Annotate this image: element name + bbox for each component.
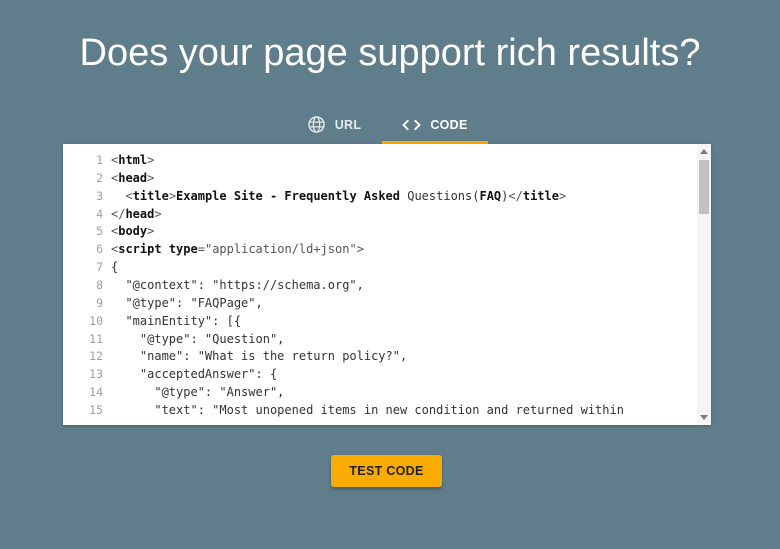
line-number: 12 (89, 349, 103, 364)
scroll-down-icon[interactable] (700, 415, 708, 420)
code-line: 13 "acceptedAnswer": { (63, 365, 697, 383)
editor-scrollbar[interactable] (697, 144, 711, 425)
code-line: 3 <title>Example Site - Frequently Asked… (63, 187, 697, 205)
line-number: 7 (96, 260, 103, 275)
code-line: 11 "@type": "Question", (63, 330, 697, 348)
code-line: 10 "mainEntity": [{ (63, 312, 697, 330)
line-text: "mainEntity": [{ (111, 313, 242, 328)
code-line: 12 "name": "What is the return policy?", (63, 347, 697, 365)
line-number: 1 (96, 153, 103, 167)
code-line: 2 <head> (63, 169, 697, 187)
line-number: 8 (96, 277, 103, 292)
line-text: "@context": "https://schema.org", (111, 277, 364, 292)
code-brackets-icon (402, 118, 422, 132)
line-number: 13 (89, 367, 103, 382)
line-text: <body> (111, 224, 155, 239)
line-number: 5 (96, 224, 103, 239)
tab-code[interactable]: CODE (382, 108, 488, 141)
scroll-thumb[interactable] (699, 160, 709, 214)
code-line: 9 "@type": "FAQPage", (63, 294, 697, 312)
line-text: "name": "What is the return policy?", (111, 349, 408, 364)
line-number: 10 (89, 313, 103, 328)
test-code-button[interactable]: TEST CODE (331, 455, 442, 487)
line-text: </head> (111, 206, 162, 221)
code-line: 6 <script type="application/ld+json"> (63, 240, 697, 258)
line-text: "@type": "Question", (111, 331, 285, 346)
line-number: 4 (96, 206, 103, 221)
code-line: 7{ (63, 258, 697, 276)
line-number: 6 (96, 242, 103, 257)
line-text: <html> (111, 153, 155, 167)
code-line: 4 </head> (63, 205, 697, 223)
tab-code-label: CODE (430, 117, 468, 132)
line-text: <script type="application/ld+json"> (111, 242, 364, 257)
line-number: 15 (89, 402, 103, 417)
scroll-up-icon[interactable] (700, 149, 708, 154)
tab-url-label: URL (334, 117, 362, 132)
line-text: "text": "Most unopened items in new cond… (111, 402, 624, 417)
line-text: <head> (111, 170, 155, 185)
line-number: 2 (96, 170, 103, 185)
input-mode-tabs: URL CODE (0, 108, 780, 144)
line-number: 9 (96, 295, 103, 310)
code-line: 15 "text": "Most unopened items in new c… (63, 401, 697, 419)
globe-icon (307, 115, 326, 134)
code-editor-content[interactable]: 1 <html> 2 <head> 3 <title>Example Site - Fr… (63, 144, 697, 425)
line-number: 14 (89, 385, 103, 400)
line-text: "acceptedAnswer": { (111, 367, 278, 382)
code-line: 8 "@context": "https://schema.org", (63, 276, 697, 294)
line-text: "@type": "FAQPage", (111, 295, 263, 310)
line-number: 3 (96, 188, 103, 203)
code-editor[interactable]: 1 <html> 2 <head> 3 <title>Example Site - Fr… (63, 144, 711, 425)
code-line: 5 <body> (63, 222, 697, 240)
page-title: Does your page support rich results? (79, 32, 701, 74)
line-text: { (111, 260, 119, 275)
code-line: 1 <html> (63, 151, 697, 169)
code-line: 14 "@type": "Answer", (63, 383, 697, 401)
line-text: <title>Example Site - Frequently Asked Q… (125, 188, 567, 203)
line-number: 11 (89, 331, 103, 346)
line-text: "@type": "Answer", (111, 385, 285, 400)
tab-url[interactable]: URL (290, 108, 378, 141)
